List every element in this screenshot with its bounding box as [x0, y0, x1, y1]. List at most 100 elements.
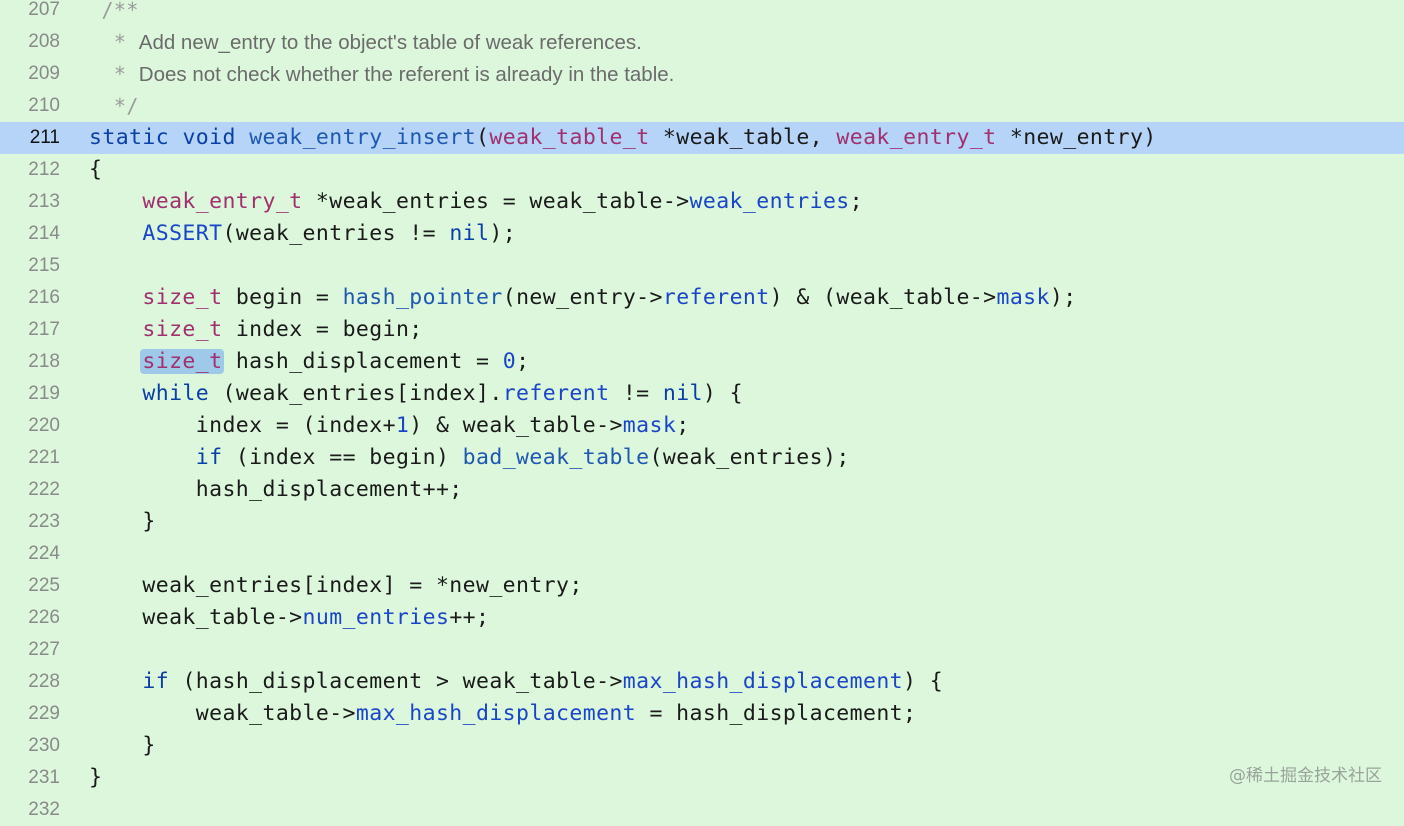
code-token: *new_entry)	[996, 125, 1157, 150]
code-token: *weak_table,	[649, 125, 837, 150]
code-token: *weak_entries = weak_table->	[302, 189, 690, 214]
code-line[interactable]: 224	[0, 538, 1404, 570]
code-token: !=	[609, 381, 663, 406]
line-number: 208	[28, 31, 60, 52]
code-text[interactable]: * Does not check whether the referent is…	[89, 58, 674, 91]
line-number: 227	[28, 639, 60, 660]
code-text[interactable]: {	[89, 154, 102, 186]
code-token: weak_table->	[89, 701, 356, 726]
code-line[interactable]: 221 if (index == begin) bad_weak_table(w…	[0, 442, 1404, 474]
code-text[interactable]: size_t hash_displacement = 0;	[89, 346, 529, 378]
code-text[interactable]: hash_displacement++;	[89, 474, 463, 506]
code-token: = hash_displacement;	[636, 701, 917, 726]
line-number: 214	[28, 223, 60, 244]
line-number: 230	[28, 735, 60, 756]
code-line[interactable]: 214 ASSERT(weak_entries != nil);	[0, 218, 1404, 250]
code-token: Does not check whether the referent is a…	[138, 63, 675, 86]
code-text[interactable]: */	[89, 90, 139, 123]
code-text[interactable]: if (hash_displacement > weak_table->max_…	[89, 666, 943, 698]
code-token: ;	[676, 413, 690, 438]
code-line[interactable]: 228 if (hash_displacement > weak_table->…	[0, 666, 1404, 698]
code-token: (hash_displacement > weak_table->	[169, 669, 623, 694]
code-token: if	[142, 669, 170, 694]
code-line[interactable]: 212 {	[0, 154, 1404, 186]
code-token: );	[1049, 285, 1077, 310]
code-token: nil	[449, 221, 490, 246]
line-number: 209	[28, 63, 60, 84]
code-text[interactable]: }	[89, 762, 102, 794]
code-text[interactable]: weak_table->max_hash_displacement = hash…	[89, 698, 916, 730]
code-text[interactable]: if (index == begin) bad_weak_table(weak_…	[89, 442, 850, 474]
code-line[interactable]: 223 }	[0, 506, 1404, 538]
code-text[interactable]: ASSERT(weak_entries != nil);	[89, 218, 516, 250]
code-token: weak_entry_t	[142, 189, 303, 214]
code-line[interactable]: 229 weak_table->max_hash_displacement = …	[0, 698, 1404, 730]
line-number: 207	[28, 0, 60, 20]
line-number: 222	[28, 479, 60, 500]
line-number: 232	[28, 799, 60, 820]
code-text[interactable]: weak_entry_t *weak_entries = weak_table-…	[89, 186, 863, 218]
code-line[interactable]: 220 index = (index+1) & weak_table->mask…	[0, 410, 1404, 442]
code-token: (weak_entries !=	[222, 221, 450, 246]
code-text[interactable]: size_t index = begin;	[89, 314, 423, 346]
code-line[interactable]: 211 static void weak_entry_insert(weak_ta…	[0, 122, 1404, 154]
code-token: referent	[662, 285, 770, 310]
code-line[interactable]: 216 size_t begin = hash_pointer(new_entr…	[0, 282, 1404, 314]
code-line[interactable]: 207 /**	[0, 0, 1404, 26]
code-token: (	[476, 125, 490, 150]
line-number: 215	[28, 255, 60, 276]
code-line[interactable]: 210 */	[0, 90, 1404, 122]
code-line[interactable]: 230 }	[0, 730, 1404, 762]
code-token: size_t	[142, 317, 223, 342]
code-text[interactable]: index = (index+1) & weak_table->mask;	[89, 410, 690, 442]
code-line[interactable]: 232	[0, 794, 1404, 826]
code-token: 1	[395, 413, 410, 438]
code-line[interactable]: 215	[0, 250, 1404, 282]
code-text[interactable]: static void weak_entry_insert(weak_table…	[89, 122, 1157, 154]
code-line[interactable]: 209 * Does not check whether the referen…	[0, 58, 1404, 90]
code-token: /**	[89, 0, 139, 22]
code-line[interactable]: 213 weak_entry_t *weak_entries = weak_ta…	[0, 186, 1404, 218]
line-number: 223	[28, 511, 60, 532]
selected-token: size_t	[140, 349, 225, 374]
code-editor[interactable]: 207 /** 208 * Add new_entry to the object…	[0, 0, 1404, 826]
code-token: }	[89, 733, 156, 758]
code-token: referent	[502, 381, 610, 406]
line-number: 218	[28, 351, 60, 372]
line-number: 216	[28, 287, 60, 308]
line-number: 221	[28, 447, 60, 468]
code-token: weak_table->	[89, 605, 303, 630]
code-text[interactable]: weak_entries[index] = *new_entry;	[89, 570, 583, 602]
code-line[interactable]: 218 size_t hash_displacement = 0;	[0, 346, 1404, 378]
code-line[interactable]: 222 hash_displacement++;	[0, 474, 1404, 506]
code-text[interactable]: }	[89, 506, 156, 538]
code-line[interactable]: 227	[0, 634, 1404, 666]
code-text[interactable]: while (weak_entries[index].referent != n…	[89, 378, 743, 410]
code-line[interactable]: 225 weak_entries[index] = *new_entry;	[0, 570, 1404, 602]
code-token: hash_pointer	[342, 285, 503, 310]
code-token: {	[89, 157, 103, 182]
code-token: index = (index+	[89, 413, 396, 438]
code-line[interactable]: 231}	[0, 762, 1404, 794]
code-token: ;	[849, 189, 864, 214]
line-number: 228	[28, 671, 60, 692]
code-text[interactable]: size_t begin = hash_pointer(new_entry->r…	[89, 282, 1077, 314]
code-line[interactable]: 219 while (weak_entries[index].referent …	[0, 378, 1404, 410]
code-line[interactable]: 208 * Add new_entry to the object's tabl…	[0, 26, 1404, 58]
code-token: size_t	[142, 285, 223, 310]
code-token: static	[89, 125, 170, 150]
code-text[interactable]: /**	[89, 0, 139, 27]
code-token: hash_displacement++;	[89, 477, 463, 502]
code-line[interactable]: 226 weak_table->num_entries++;	[0, 602, 1404, 634]
code-token: *	[89, 30, 139, 54]
code-token: (new_entry->	[502, 285, 663, 310]
code-token: weak_entry_insert	[249, 125, 477, 150]
code-token: if	[195, 445, 223, 470]
code-line[interactable]: 217 size_t index = begin;	[0, 314, 1404, 346]
code-text[interactable]: }	[89, 730, 156, 762]
code-text[interactable]: * Add new_entry to the object's table of…	[89, 26, 642, 59]
code-text[interactable]: weak_table->num_entries++;	[89, 602, 489, 634]
line-number: 229	[28, 703, 60, 724]
